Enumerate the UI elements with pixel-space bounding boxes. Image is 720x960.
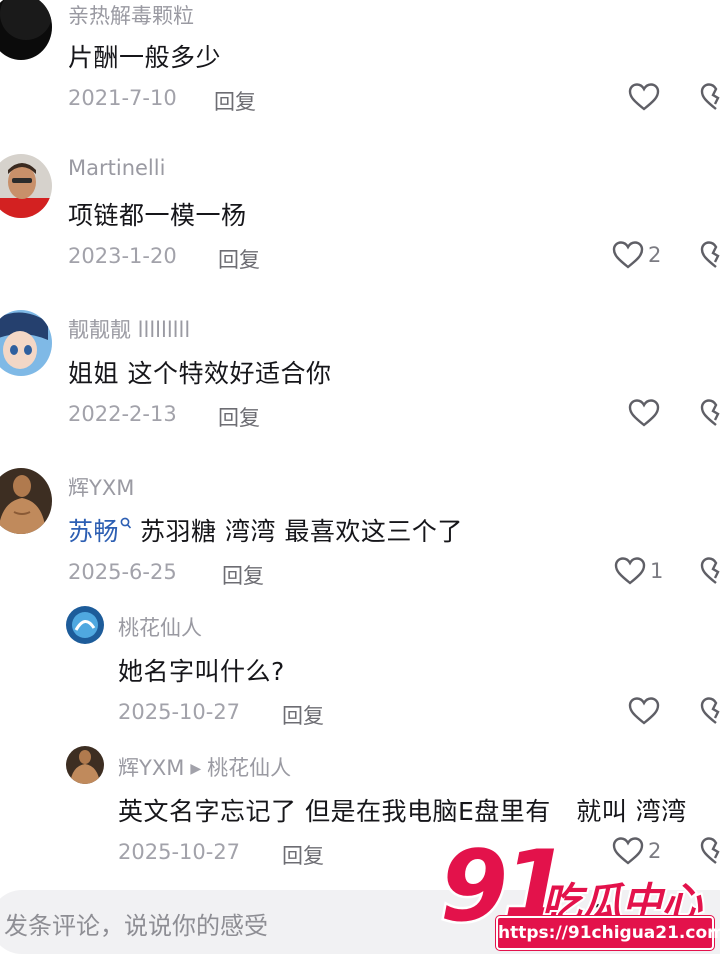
reply-button[interactable]: 回复 xyxy=(222,560,264,590)
user-avatar[interactable] xyxy=(0,468,52,534)
search-icon xyxy=(120,517,132,529)
comment-username[interactable]: 亲热解毒颗粒 xyxy=(68,0,194,30)
watermark: 91 吃瓜中心 https://91chigua21.com xyxy=(437,828,720,956)
like-count: 1 xyxy=(650,559,664,583)
comment-item: 靓靓靓 lllllllll 姐姐 这个特效好适合你 2022-2-13 回复 xyxy=(0,308,720,438)
reply-username[interactable]: 桃花仙人 xyxy=(118,612,202,642)
like-button[interactable] xyxy=(628,696,660,726)
like-button[interactable]: 1 xyxy=(614,556,663,586)
dislike-button[interactable] xyxy=(700,556,720,586)
broken-heart-icon xyxy=(700,399,720,426)
dislike-button[interactable] xyxy=(700,398,720,428)
comment-text-body: 苏羽糖 湾湾 最喜欢这三个了 xyxy=(140,517,463,546)
comment-username[interactable]: 辉YXM xyxy=(68,472,134,502)
comment-item: 亲热解毒颗粒 片酬一般多少 2021-7-10 回复 xyxy=(0,0,720,120)
broken-heart-icon xyxy=(700,697,720,724)
reply-item: 桃花仙人 她名字叫什么? 2025-10-27 回复 xyxy=(0,606,720,736)
dislike-button[interactable] xyxy=(700,696,720,726)
dislike-button[interactable] xyxy=(700,82,720,112)
heart-outline-icon xyxy=(628,399,660,427)
reply-button[interactable]: 回复 xyxy=(218,402,260,432)
heart-outline-icon xyxy=(628,697,660,725)
reply-button[interactable]: 回复 xyxy=(282,700,324,730)
reply-username: 辉YXM ▶ 桃花仙人 xyxy=(118,752,291,782)
reply-text: 英文名字忘记了 但是在我电脑E盘里有 就叫 湾湾 xyxy=(118,797,687,826)
like-button[interactable]: 2 xyxy=(612,240,661,270)
heart-outline-icon xyxy=(628,83,660,111)
comment-text: 项链都一模一杨 xyxy=(68,201,247,230)
broken-heart-icon xyxy=(700,241,720,268)
comment-date: 2025-6-25 xyxy=(68,560,177,584)
comment-text: 苏畅 苏羽糖 湾湾 最喜欢这三个了 xyxy=(68,512,463,548)
comment-date: 2022-2-13 xyxy=(68,402,177,426)
mention-link[interactable]: 苏畅 xyxy=(68,517,119,546)
reply-button[interactable]: 回复 xyxy=(218,244,260,274)
comment-date: 2023-1-20 xyxy=(68,244,177,268)
reply-button[interactable]: 回复 xyxy=(282,840,324,870)
reply-author[interactable]: 辉YXM xyxy=(118,756,184,780)
comment-input-placeholder: 发条评论，说说你的感受 xyxy=(4,912,268,940)
like-button[interactable] xyxy=(628,398,660,428)
broken-heart-icon xyxy=(700,557,720,584)
heart-outline-icon xyxy=(614,557,646,585)
user-avatar[interactable] xyxy=(0,310,52,376)
reply-date: 2025-10-27 xyxy=(118,700,241,724)
comment-item: 辉YXM 苏畅 苏羽糖 湾湾 最喜欢这三个了 2025-6-25 回复 1 xyxy=(0,466,720,596)
reply-text: 她名字叫什么? xyxy=(118,657,285,686)
comment-text: 姐姐 这个特效好适合你 xyxy=(68,359,332,388)
reply-target[interactable]: 桃花仙人 xyxy=(207,756,291,780)
comment-text: 片酬一般多少 xyxy=(68,43,222,72)
like-count: 2 xyxy=(648,243,662,267)
broken-heart-icon xyxy=(700,83,720,110)
watermark-url: https://91chigua21.com xyxy=(496,916,720,950)
reply-button[interactable]: 回复 xyxy=(214,86,256,116)
dislike-button[interactable] xyxy=(700,240,720,270)
reply-date: 2025-10-27 xyxy=(118,840,241,864)
like-button[interactable] xyxy=(628,82,660,112)
comment-username[interactable]: Martinelli xyxy=(68,156,165,180)
heart-outline-icon xyxy=(612,241,644,269)
user-avatar[interactable] xyxy=(66,606,104,644)
comment-date: 2021-7-10 xyxy=(68,86,177,110)
comment-username[interactable]: 靓靓靓 lllllllll xyxy=(68,314,190,344)
user-avatar[interactable] xyxy=(0,0,52,60)
comment-item: Martinelli 项链都一模一杨 2023-1-20 回复 2 xyxy=(0,150,720,280)
reply-arrow-icon: ▶ xyxy=(190,761,202,777)
user-avatar[interactable] xyxy=(66,746,104,784)
user-avatar[interactable] xyxy=(0,154,52,218)
